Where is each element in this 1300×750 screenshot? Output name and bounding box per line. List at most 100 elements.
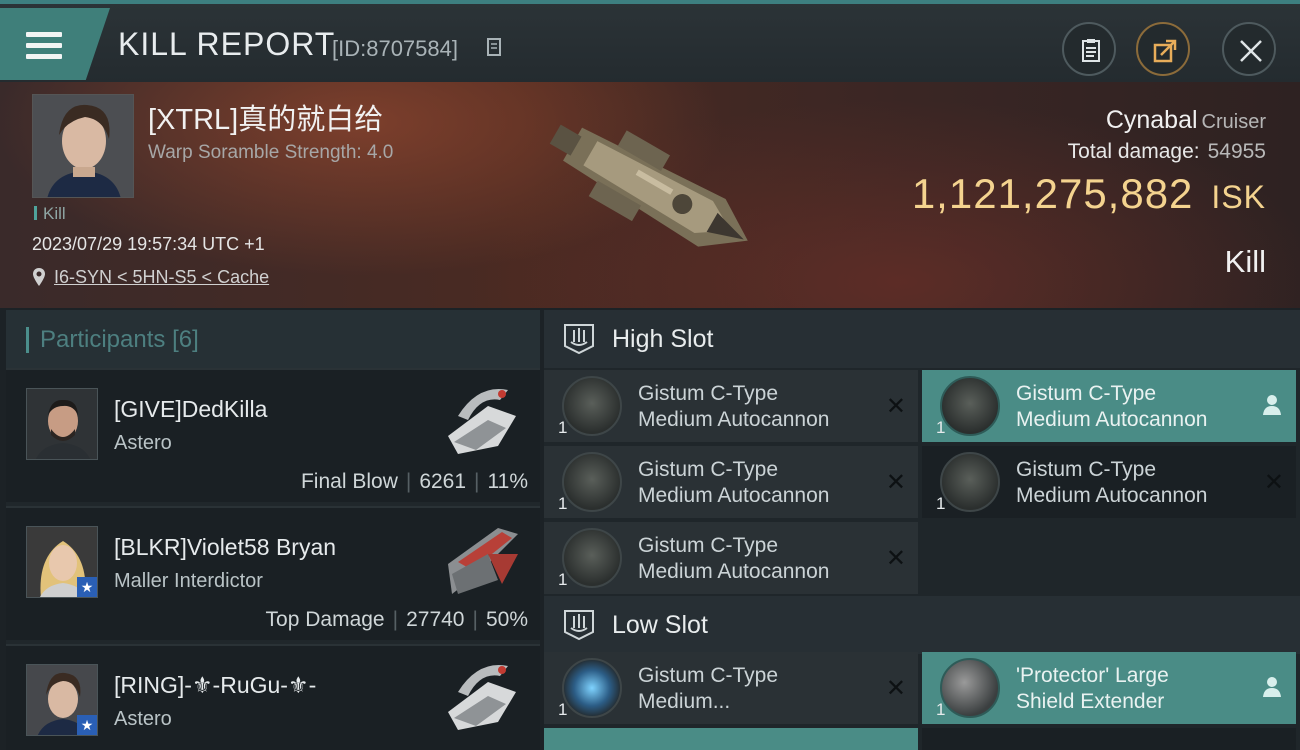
menu-icon [26, 32, 62, 60]
avatar[interactable]: ★ [26, 664, 98, 736]
total-damage-value: 54955 [1207, 140, 1266, 163]
destroyed-icon: ✕ [1263, 469, 1284, 496]
top-bar: KILL REPORT [ID:8707584] [0, 0, 1300, 82]
autocannon-icon [940, 376, 1000, 436]
menu-button[interactable] [0, 8, 110, 80]
module-name: Gistum C-Type [1016, 382, 1157, 405]
kill-tag: Kill [34, 204, 66, 224]
high-slot-header: High Slot [544, 310, 1300, 368]
dropped-person-icon [1263, 677, 1281, 697]
module-quantity: 1 [558, 570, 568, 589]
isk-value: 1,121,275,882 ISK [912, 170, 1266, 218]
module-item[interactable]: 1 Gistum C-Type Medium Autocannon ✕ [544, 370, 918, 442]
participant-name: [RING]-⚜-RuGu-⚜- [114, 672, 317, 698]
participant-row[interactable]: [GIVE]DedKilla Astero Final Blow | 6261 | 11… [6, 368, 540, 502]
participant-ship: Maller Interdictor [114, 570, 263, 592]
fitting-panel: High Slot 1 Gistum C-Type Medium Autocan… [544, 310, 1300, 750]
avatar[interactable]: ★ [26, 526, 98, 598]
autocannon-icon [562, 528, 622, 588]
participant-role: Final Blow [300, 470, 398, 493]
autocannon-icon [562, 452, 622, 512]
module-name: Gistum C-Type [1016, 458, 1157, 481]
module-item[interactable] [922, 728, 1296, 750]
destroyed-icon: ✕ [885, 545, 906, 572]
dropped-person-icon [1263, 395, 1281, 415]
high-slot-title: High Slot [612, 325, 714, 353]
result-label: Kill [1224, 244, 1266, 279]
module-name: Gistum C-Type [638, 382, 779, 405]
autocannon-icon [562, 376, 622, 436]
module-type: Medium Autocannon [638, 408, 830, 431]
module-item[interactable]: 1 Gistum C-Type Medium Autocannon ✕ [544, 522, 918, 594]
star-badge-icon: ★ [77, 577, 97, 597]
low-slot-title: Low Slot [612, 611, 708, 639]
module-quantity: 1 [558, 700, 568, 719]
total-damage-label: Total damage: [1067, 140, 1200, 163]
avatar[interactable] [26, 388, 98, 460]
module-name: Gistum C-Type [638, 664, 779, 687]
participant-ship: Astero [114, 432, 172, 454]
participant-row[interactable]: ★ [BLKR]Violet58 Bryan Maller Interdicto… [6, 506, 540, 640]
participant-name: [BLKR]Violet58 Bryan [114, 534, 337, 560]
isk-amount: 1,121,275,882 [911, 170, 1194, 217]
destroyed-icon: ✕ [885, 675, 906, 702]
module-item[interactable]: 1 'Protector' Large Shield Extender [922, 652, 1296, 724]
participant-row[interactable]: ★ [RING]-⚜-RuGu-⚜- Astero [6, 644, 540, 750]
module-quantity: 1 [936, 494, 946, 513]
participant-role: Top Damage [265, 608, 385, 631]
low-slot-icon [564, 610, 594, 641]
star-badge-icon: ★ [77, 715, 97, 735]
module-type: Medium Autocannon [1016, 484, 1208, 507]
share-icon [1153, 39, 1177, 63]
participant-damage: 6261 [419, 470, 467, 493]
copy-icon[interactable] [486, 37, 504, 57]
ship-name: Cynabal [1105, 106, 1198, 134]
location-link[interactable]: I6-SYN < 5HN-S5 < Cache [54, 267, 269, 288]
victim-avatar[interactable] [32, 94, 134, 198]
participant-damage: 27740 [406, 608, 465, 631]
module-item[interactable]: 1 Gistum C-Type Medium Autocannon ✕ [922, 446, 1296, 518]
participant-name: [GIVE]DedKilla [114, 396, 268, 422]
module-name: 'Protector' Large [1016, 664, 1169, 687]
ship-class: Cruiser [1201, 111, 1266, 133]
total-damage: Total damage: 54955 [1068, 140, 1266, 164]
module-name: Gistum C-Type [638, 534, 779, 557]
module-item[interactable] [544, 728, 918, 750]
isk-unit: ISK [1211, 179, 1266, 215]
participant-ship-image [448, 528, 518, 594]
participant-ship-image [448, 665, 516, 730]
module-quantity: 1 [936, 418, 946, 437]
destroyed-icon: ✕ [885, 393, 906, 420]
module-quantity: 1 [558, 418, 568, 437]
participants-header[interactable]: Participants [6] [6, 310, 540, 368]
destroyed-icon: ✕ [885, 469, 906, 496]
victim-banner: [XTRL]真的就白给 Warp Soramble Strength: 4.0 … [0, 82, 1300, 308]
participant-ship: Astero [114, 708, 172, 730]
close-button[interactable] [1222, 22, 1276, 76]
module-item[interactable]: 1 Gistum C-Type Medium Autocannon [922, 370, 1296, 442]
module-quantity: 1 [558, 494, 568, 513]
kill-datetime: 2023/07/29 19:57:34 UTC +1 [32, 234, 265, 254]
module-item[interactable]: 1 Gistum C-Type Medium... ✕ [544, 652, 918, 724]
low-slot-header: Low Slot [544, 596, 1300, 654]
participant-percent: 11% [487, 470, 528, 493]
victim-ship-image [549, 124, 748, 247]
participant-percent: 50% [485, 608, 528, 631]
module-type: Medium Autocannon [638, 484, 830, 507]
participant-stats: Final Blow | 6261 | 11% [300, 470, 528, 493]
victim-ship: Cynabal Cruiser [1106, 106, 1266, 135]
module-type: Medium Autocannon [1016, 408, 1208, 431]
module-type: Medium... [638, 690, 731, 713]
victim-name: [XTRL]真的就白给 [148, 104, 384, 136]
participants-panel: Participants [6] [GIVE]DedKilla Astero F… [6, 310, 540, 750]
share-button[interactable] [1136, 22, 1190, 76]
participant-stats: Top Damage | 27740 | 50% [265, 608, 528, 631]
module-item[interactable]: 1 Gistum C-Type Medium Autocannon ✕ [544, 446, 918, 518]
clipboard-icon [1082, 39, 1100, 62]
clipboard-button[interactable] [1062, 22, 1116, 76]
module-quantity: 1 [936, 700, 946, 719]
autocannon-icon [940, 452, 1000, 512]
capacitor-module-icon [562, 658, 622, 718]
close-icon [1240, 40, 1262, 62]
module-name: Gistum C-Type [638, 458, 779, 481]
